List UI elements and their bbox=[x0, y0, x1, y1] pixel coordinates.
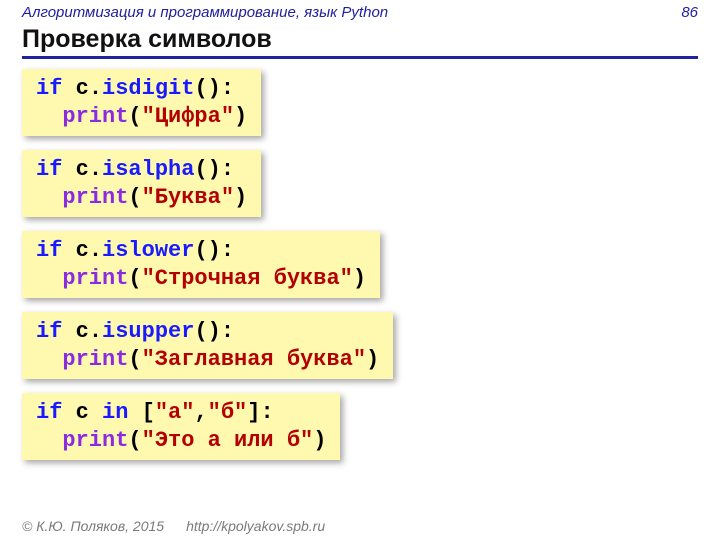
method-isupper: isupper bbox=[102, 319, 194, 344]
string-literal: "Строчная буква" bbox=[142, 266, 353, 291]
string-literal: "б" bbox=[208, 400, 248, 425]
code-block-islower: if c.islower(): print("Строчная буква") bbox=[22, 231, 380, 298]
code-block-isdigit: if c.isdigit(): print("Цифра") bbox=[22, 69, 261, 136]
slide-title: Проверка символов bbox=[22, 25, 698, 59]
slide-footer: © К.Ю. Поляков, 2015 http://kpolyakov.sp… bbox=[22, 518, 698, 534]
var-c: c bbox=[76, 319, 89, 344]
fn-print: print bbox=[62, 104, 128, 129]
string-literal: "Заглавная буква" bbox=[142, 347, 366, 372]
method-isalpha: isalpha bbox=[102, 157, 194, 182]
copyright: © К.Ю. Поляков, 2015 bbox=[22, 518, 164, 534]
code-block-isalpha: if c.isalpha(): print("Буква") bbox=[22, 150, 261, 217]
slide: Алгоритмизация и программирование, язык … bbox=[0, 0, 720, 540]
string-literal: "а" bbox=[155, 400, 195, 425]
keyword-in: in bbox=[102, 400, 128, 425]
keyword-if: if bbox=[36, 76, 62, 101]
code-block-isupper: if c.isupper(): print("Заглавная буква") bbox=[22, 312, 393, 379]
fn-print: print bbox=[62, 347, 128, 372]
string-literal: "Буква" bbox=[142, 185, 234, 210]
fn-print: print bbox=[62, 428, 128, 453]
string-literal: "Это а или б" bbox=[142, 428, 314, 453]
keyword-if: if bbox=[36, 238, 62, 263]
var-c: c bbox=[76, 238, 89, 263]
fn-print: print bbox=[62, 266, 128, 291]
var-c: c bbox=[76, 400, 89, 425]
string-literal: "Цифра" bbox=[142, 104, 234, 129]
page-number: 86 bbox=[681, 4, 698, 21]
slide-header: Алгоритмизация и программирование, язык … bbox=[22, 0, 698, 21]
code-block-in-list: if c in ["а","б"]: print("Это а или б") bbox=[22, 393, 340, 460]
fn-print: print bbox=[62, 185, 128, 210]
keyword-if: if bbox=[36, 157, 62, 182]
course-name: Алгоритмизация и программирование, язык … bbox=[22, 4, 388, 21]
keyword-if: if bbox=[36, 319, 62, 344]
code-blocks: if c.isdigit(): print("Цифра") if c.isal… bbox=[22, 69, 698, 460]
footer-url: http://kpolyakov.spb.ru bbox=[186, 518, 325, 534]
keyword-if: if bbox=[36, 400, 62, 425]
var-c: c bbox=[76, 76, 89, 101]
var-c: c bbox=[76, 157, 89, 182]
method-islower: islower bbox=[102, 238, 194, 263]
method-isdigit: isdigit bbox=[102, 76, 194, 101]
